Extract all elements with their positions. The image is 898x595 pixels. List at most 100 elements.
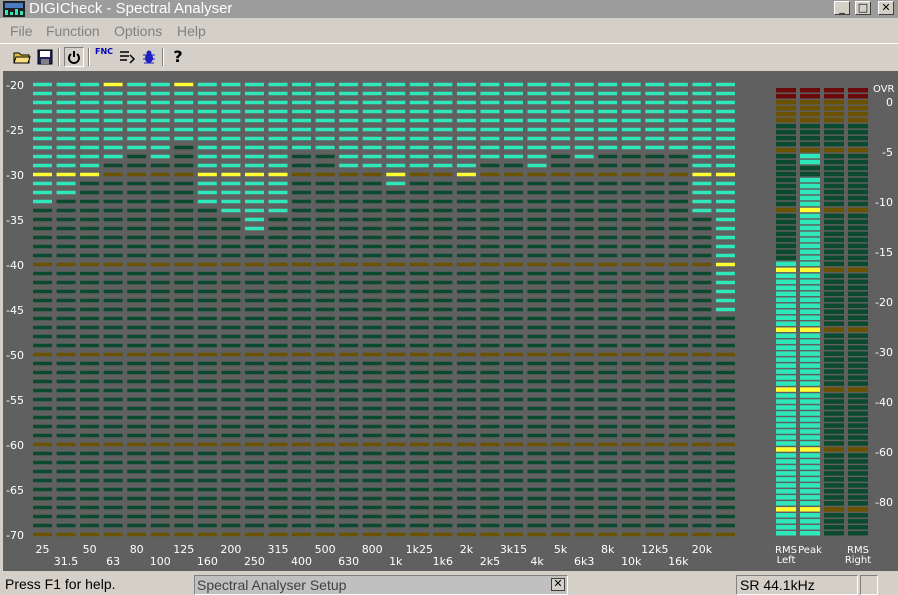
meter-segment	[800, 297, 820, 303]
spectrum-y-tick: -65	[6, 484, 24, 497]
spectrum-segment	[668, 100, 688, 105]
spectrum-segment	[386, 163, 406, 168]
spectrum-segment	[715, 478, 735, 483]
spectrum-segment	[645, 163, 665, 168]
spectrum-segment	[315, 478, 335, 483]
spectral-setup-tab[interactable]: Spectral Analyser Setup ✕	[194, 575, 568, 595]
spectrum-segment	[504, 181, 523, 186]
spectrum-segment	[56, 154, 76, 159]
spectrum-segment	[150, 289, 170, 294]
spectrum-segment	[433, 181, 453, 186]
spectrum-segment	[197, 352, 217, 357]
spectrum-segment	[103, 469, 123, 474]
meter-segment	[848, 501, 868, 506]
spectrum-segment	[480, 325, 500, 330]
spectrum-segment	[480, 343, 500, 348]
spectrum-segment	[480, 91, 500, 96]
spectrum-segment	[103, 280, 123, 285]
spectrum-segment	[668, 460, 688, 465]
spectrum-segment	[292, 523, 312, 528]
spectrum-segment	[409, 91, 429, 96]
close-button[interactable]: ✕	[878, 1, 894, 15]
spectrum-segment	[409, 397, 429, 402]
meter-segment	[848, 327, 868, 332]
spectrum-segment	[692, 154, 712, 159]
spectrum-segment	[103, 478, 123, 483]
spectrum-segment	[551, 307, 571, 312]
spectrum-segment	[598, 406, 618, 411]
meter-segment	[800, 309, 820, 314]
spectrum-segment	[315, 154, 335, 159]
spectrum-segment	[80, 235, 100, 240]
spectrum-segment	[103, 343, 123, 348]
meter-segment	[824, 369, 844, 374]
minimize-button[interactable]: _	[834, 1, 850, 15]
folder-open-icon	[13, 52, 31, 64]
spectrum-segment	[292, 487, 312, 492]
spectrum-segment	[645, 451, 665, 456]
spectrum-segment	[433, 262, 453, 267]
spectrum-segment	[292, 199, 312, 204]
help-button[interactable]: ?	[168, 47, 188, 67]
spectrum-segment	[574, 532, 594, 537]
spectrum-segment	[33, 226, 52, 231]
spectrum-segment	[645, 469, 665, 474]
spectrum-segment	[456, 469, 476, 474]
meter-segment	[776, 303, 796, 309]
spectrum-segment	[715, 181, 735, 186]
spectrum-segment	[315, 208, 335, 213]
open-button[interactable]	[12, 47, 32, 67]
spectrum-segment	[598, 280, 618, 285]
save-button[interactable]	[35, 47, 55, 67]
spectrum-segment	[174, 181, 194, 186]
meter-segment	[776, 339, 796, 344]
spectrum-segment	[456, 91, 476, 96]
spectrum-segment	[150, 154, 170, 159]
spectrum-segment	[621, 109, 641, 114]
spectrum-segment	[244, 100, 264, 105]
menu-help[interactable]: Help	[177, 23, 206, 39]
spectrum-segment	[315, 136, 335, 141]
spectrum-segment	[315, 388, 335, 393]
meter-segment	[848, 351, 868, 356]
menu-options[interactable]: Options	[114, 23, 162, 39]
close-icon[interactable]: ✕	[551, 578, 565, 591]
spectrum-segment	[598, 388, 618, 393]
spectrum-segment	[197, 145, 217, 150]
meter-segment	[848, 267, 868, 273]
maximize-button[interactable]: □	[855, 1, 871, 15]
meter-segment	[776, 201, 796, 207]
spectrum-segment	[268, 532, 288, 537]
spectrum-segment	[574, 424, 594, 429]
spectrum-x-tick: 2k5	[480, 555, 500, 568]
spectrum-segment	[33, 82, 52, 87]
menu-function[interactable]: Function	[46, 23, 100, 39]
spectrum-segment	[692, 487, 712, 492]
spectrum-segment	[33, 253, 52, 258]
spectrum-segment	[362, 424, 382, 429]
spectrum-segment	[197, 100, 217, 105]
function-button[interactable]: FNC	[94, 47, 114, 67]
spectrum-segment	[103, 226, 123, 231]
spectrum-segment	[221, 361, 241, 366]
spectrum-segment	[409, 109, 429, 114]
bug-button[interactable]	[139, 47, 159, 67]
spectrum-segment	[244, 397, 264, 402]
spectrum-segment	[244, 370, 264, 375]
spectrum-segment	[715, 505, 735, 510]
spectrum-segment	[527, 451, 547, 456]
spectrum-segment	[386, 208, 406, 213]
spectrum-x-tick: 6k3	[574, 555, 594, 568]
spectrum-segment	[574, 172, 594, 177]
meter-segment	[848, 213, 868, 219]
spectrum-segment	[174, 415, 194, 420]
power-button[interactable]	[64, 47, 84, 67]
settings-list-button[interactable]	[117, 47, 137, 67]
spectrum-segment	[433, 505, 453, 510]
meter-segment	[848, 237, 868, 243]
spectrum-segment	[174, 406, 194, 411]
menu-file[interactable]: File	[10, 23, 33, 39]
title-bar[interactable]: DIGICheck - Spectral Analyser _ □ ✕	[0, 0, 898, 18]
spectrum-segment	[197, 325, 217, 330]
spectrum-segment	[56, 496, 76, 501]
